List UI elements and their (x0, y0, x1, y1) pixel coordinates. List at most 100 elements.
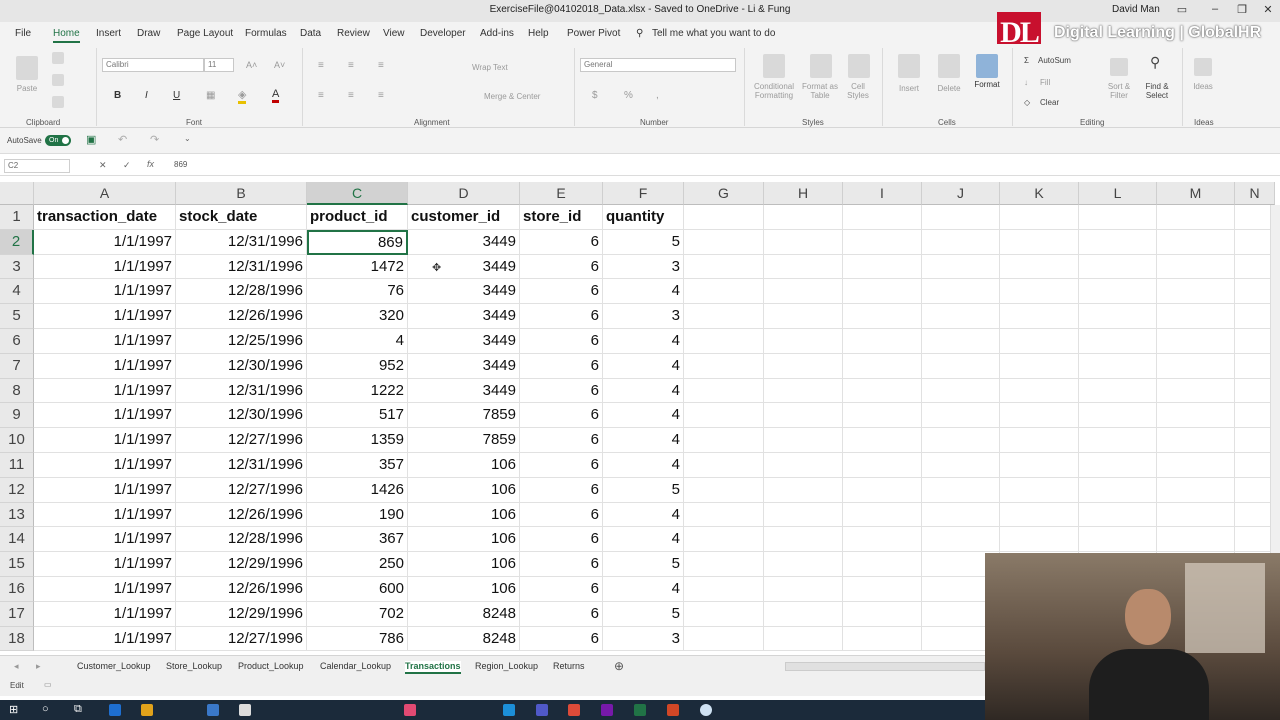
empty-cell[interactable] (843, 279, 922, 305)
data-cell[interactable]: 6 (520, 477, 603, 503)
data-cell[interactable]: 1/1/1997 (34, 428, 176, 453)
store-icon[interactable] (141, 704, 153, 716)
data-cell[interactable]: 12/31/1996 (176, 453, 307, 478)
empty-cell[interactable] (764, 403, 843, 429)
mail-icon[interactable] (239, 704, 251, 716)
empty-cell[interactable] (1079, 304, 1157, 329)
data-cell[interactable]: 952 (307, 353, 408, 379)
data-cell[interactable]: 12/25/1996 (176, 329, 307, 354)
empty-cell[interactable] (1235, 477, 1275, 503)
wrap-text-button[interactable]: Wrap Text (472, 63, 508, 72)
close-icon[interactable]: ✕ (1258, 3, 1278, 16)
search-icon[interactable]: ○ (42, 703, 49, 715)
data-cell[interactable]: 6 (520, 403, 603, 429)
row-header[interactable]: 6 (0, 329, 34, 354)
empty-cell[interactable] (1079, 229, 1157, 255)
copy-icon[interactable] (52, 74, 64, 86)
prev-sheet-icon[interactable]: ◂ (14, 661, 19, 672)
data-cell[interactable]: 3449 (408, 353, 520, 379)
clear-button[interactable]: Clear (1040, 98, 1059, 107)
empty-cell[interactable] (843, 453, 922, 478)
delete-cells-icon[interactable] (938, 54, 960, 78)
empty-cell[interactable] (1157, 502, 1235, 528)
empty-cell[interactable] (1157, 329, 1235, 354)
empty-cell[interactable] (764, 353, 843, 379)
data-cell[interactable]: 1426 (307, 477, 408, 503)
font-size-select[interactable]: 11 (204, 58, 234, 72)
data-cell[interactable]: 3449 (408, 329, 520, 354)
empty-cell[interactable] (1157, 428, 1235, 453)
column-header-g[interactable]: G (684, 182, 764, 205)
data-cell[interactable]: 12/26/1996 (176, 577, 307, 602)
excel-icon[interactable] (634, 704, 646, 716)
number-format-select[interactable]: General (580, 58, 736, 72)
clear-icon[interactable]: ◇ (1024, 98, 1030, 107)
ideas-button[interactable]: Ideas (1190, 82, 1216, 91)
onenote-icon[interactable] (601, 704, 613, 716)
data-cell[interactable]: 1/1/1997 (34, 403, 176, 429)
empty-cell[interactable] (684, 477, 764, 503)
empty-cell[interactable] (1235, 205, 1275, 230)
empty-cell[interactable] (922, 502, 1000, 528)
empty-cell[interactable] (764, 527, 843, 553)
decrease-font-icon[interactable]: A˅ (274, 60, 285, 70)
empty-cell[interactable] (1157, 378, 1235, 404)
empty-cell[interactable] (764, 428, 843, 453)
tab-data[interactable]: Data (300, 28, 321, 39)
empty-cell[interactable] (1079, 527, 1157, 553)
data-cell[interactable]: 1/1/1997 (34, 502, 176, 528)
tab-add-ins[interactable]: Add-ins (480, 28, 514, 39)
empty-cell[interactable] (922, 477, 1000, 503)
row-header[interactable]: 8 (0, 378, 34, 404)
data-cell[interactable]: 1/1/1997 (34, 601, 176, 627)
data-cell[interactable]: 1/1/1997 (34, 577, 176, 602)
data-cell[interactable]: 6 (520, 254, 603, 280)
sheet-tab-product-lookup[interactable]: Product_Lookup (238, 661, 304, 671)
data-cell[interactable]: 1/1/1997 (34, 254, 176, 280)
data-cell[interactable]: 250 (307, 552, 408, 577)
data-cell[interactable]: 4 (603, 453, 684, 478)
task-view-icon[interactable]: ⧉ (74, 703, 82, 716)
data-cell[interactable]: 4 (603, 353, 684, 379)
data-cell[interactable]: 5 (603, 552, 684, 577)
delete-cells-button[interactable]: Delete (932, 84, 966, 93)
column-header-c[interactable]: C (307, 182, 408, 205)
empty-cell[interactable] (843, 229, 922, 255)
empty-cell[interactable] (1000, 329, 1079, 354)
empty-cell[interactable] (843, 626, 922, 652)
data-cell[interactable]: 8248 (408, 626, 520, 652)
empty-cell[interactable] (843, 527, 922, 553)
empty-cell[interactable] (1000, 205, 1079, 230)
empty-cell[interactable] (684, 329, 764, 354)
column-header-i[interactable]: I (843, 182, 922, 205)
sheet-tab-customer-lookup[interactable]: Customer_Lookup (77, 661, 151, 671)
empty-cell[interactable] (1000, 353, 1079, 379)
paste-icon[interactable] (16, 56, 38, 80)
empty-cell[interactable] (1235, 329, 1275, 354)
app-icon[interactable] (700, 704, 712, 716)
data-cell[interactable]: 106 (408, 477, 520, 503)
empty-cell[interactable] (843, 304, 922, 329)
empty-cell[interactable] (1157, 254, 1235, 280)
data-cell[interactable]: 1/1/1997 (34, 279, 176, 305)
data-cell[interactable]: 7859 (408, 428, 520, 453)
empty-cell[interactable] (684, 403, 764, 429)
empty-cell[interactable] (1079, 502, 1157, 528)
sheet-tab-calendar-lookup[interactable]: Calendar_Lookup (320, 661, 391, 671)
add-sheet-icon[interactable]: ⊕ (614, 659, 624, 673)
italic-icon[interactable]: I (145, 90, 148, 101)
empty-cell[interactable] (764, 329, 843, 354)
empty-cell[interactable] (843, 378, 922, 404)
empty-cell[interactable] (1157, 229, 1235, 255)
data-cell[interactable]: 6 (520, 304, 603, 329)
chrome-icon[interactable] (568, 704, 580, 716)
data-cell[interactable]: 106 (408, 552, 520, 577)
empty-cell[interactable] (843, 428, 922, 453)
column-title-cell[interactable]: product_id (307, 205, 408, 230)
font-name-select[interactable]: Calibri (102, 58, 204, 72)
empty-cell[interactable] (1000, 403, 1079, 429)
data-cell[interactable]: 12/31/1996 (176, 254, 307, 280)
empty-cell[interactable] (1157, 279, 1235, 305)
data-cell[interactable]: 190 (307, 502, 408, 528)
empty-cell[interactable] (1000, 527, 1079, 553)
